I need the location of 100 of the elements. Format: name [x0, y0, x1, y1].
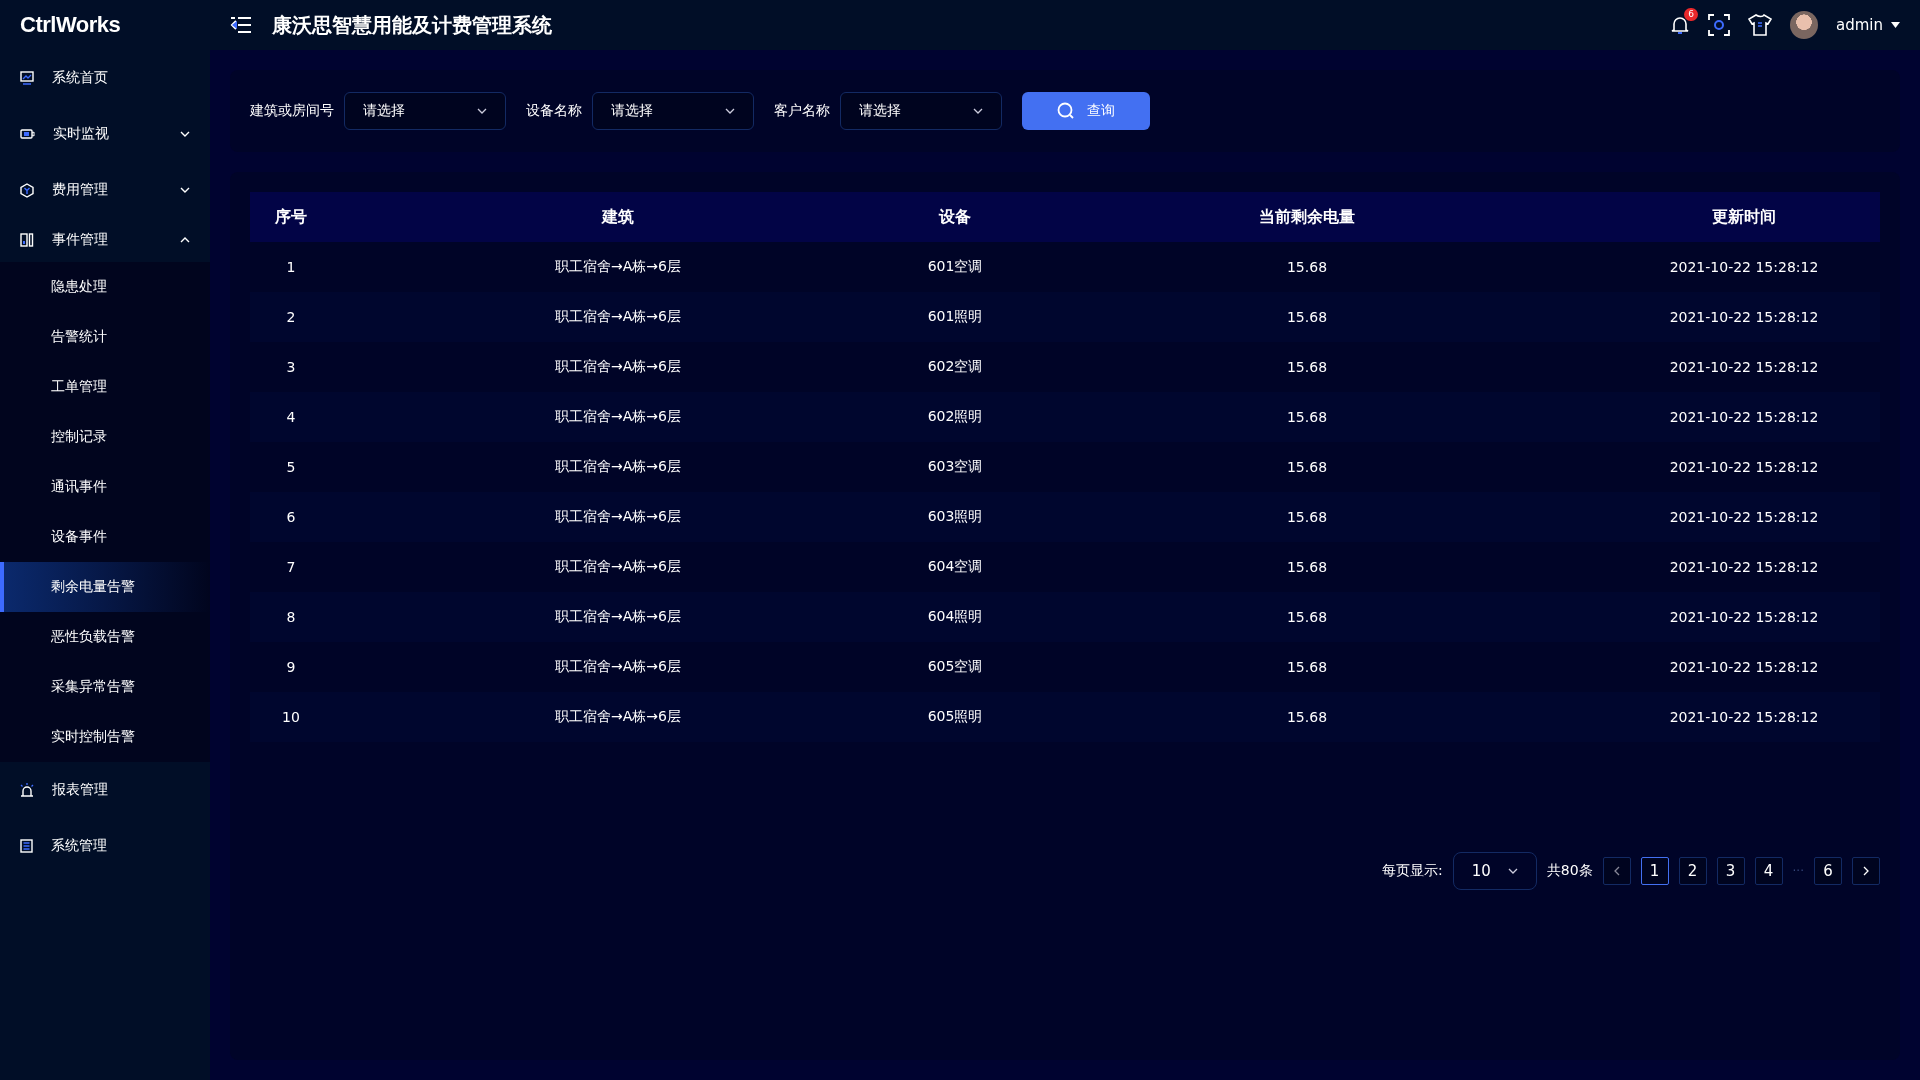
table-cell: 2021-10-22 15:28:12 — [1669, 709, 1819, 725]
table-cell: 601照明 — [927, 308, 983, 324]
table-cell: 604照明 — [927, 608, 983, 624]
chevron-icon — [180, 237, 190, 243]
avatar[interactable] — [1790, 11, 1818, 39]
submenu-item[interactable]: 隐患处理 — [0, 262, 210, 312]
table-cell: 5 — [286, 459, 296, 475]
column-header: 序号 — [275, 206, 307, 226]
query-button[interactable]: 查询 — [1022, 92, 1150, 130]
table-cell: 职工宿舍→A栋→6层 — [555, 558, 681, 574]
sidebar-item[interactable]: 系统首页 — [0, 50, 210, 106]
filter-label: 设备名称 — [526, 102, 582, 120]
column-header: 当前剩余电量 — [1259, 206, 1355, 226]
chevron-icon — [725, 108, 735, 114]
table-cell: 15.68 — [1286, 459, 1328, 475]
submenu-item[interactable]: 控制记录 — [0, 412, 210, 462]
sidebar-item[interactable]: 事件管理 — [0, 218, 210, 262]
user-menu[interactable]: admin — [1836, 16, 1900, 34]
table-cell: 9 — [286, 659, 296, 675]
table-cell: 10 — [282, 709, 300, 725]
search-icon — [1057, 102, 1075, 120]
sidebar-item[interactable]: 系统管理 — [0, 818, 210, 874]
notification-badge: 6 — [1684, 8, 1698, 21]
table-cell: 15.68 — [1286, 409, 1328, 425]
chevron-left-icon — [1613, 866, 1620, 876]
table-cell: 603空调 — [927, 458, 983, 474]
submenu-item[interactable]: 恶性负载告警 — [0, 612, 210, 662]
table-cell: 8 — [286, 609, 296, 625]
page-button[interactable]: 6 — [1814, 857, 1842, 885]
table-cell: 职工宿舍→A栋→6层 — [555, 708, 681, 724]
column-header: 建筑 — [602, 206, 634, 226]
page-size-select[interactable]: 10 — [1452, 852, 1537, 890]
table-cell: 7 — [286, 559, 296, 575]
submenu-item[interactable]: 通讯事件 — [0, 462, 210, 512]
shirt-icon[interactable] — [1748, 14, 1772, 36]
table-cell: 2021-10-22 15:28:12 — [1669, 659, 1819, 675]
app-title: 康沃思智慧用能及计费管理系统 — [272, 11, 552, 39]
table-cell: 职工宿舍→A栋→6层 — [555, 608, 681, 624]
table-cell: 15.68 — [1286, 559, 1328, 575]
next-page-button[interactable] — [1852, 857, 1880, 885]
table-cell: 职工宿舍→A栋→6层 — [555, 358, 681, 374]
submenu-item[interactable]: 告警统计 — [0, 312, 210, 362]
table-cell: 职工宿舍→A栋→6层 — [555, 458, 681, 474]
filter-label: 客户名称 — [774, 102, 830, 120]
table-cell: 15.68 — [1286, 709, 1328, 725]
table-cell: 职工宿舍→A栋→6层 — [555, 658, 681, 674]
page-button[interactable]: 3 — [1716, 857, 1745, 885]
menu-icon[interactable] — [230, 16, 252, 34]
select-field[interactable]: 请选择 — [840, 92, 1002, 130]
page-button[interactable]: 4 — [1754, 857, 1783, 885]
submenu-item[interactable]: 设备事件 — [0, 512, 210, 562]
alarm-icon — [20, 783, 34, 797]
monitor-icon — [20, 71, 34, 85]
table-cell: 职工宿舍→A栋→6层 — [555, 258, 681, 274]
column-header: 设备 — [939, 206, 971, 226]
filter-label: 建筑或房间号 — [250, 102, 334, 120]
page-ellipsis: ··· — [1792, 864, 1804, 878]
sidebar-item[interactable]: 实时监视 — [0, 106, 210, 162]
table-cell: 601空调 — [927, 258, 983, 274]
camera-icon — [20, 128, 35, 140]
sidebar-label: 系统管理 — [51, 837, 108, 855]
submenu-item[interactable]: 工单管理 — [0, 362, 210, 412]
page-button[interactable]: 1 — [1640, 857, 1669, 885]
table-cell: 603照明 — [927, 508, 983, 524]
hexagon-icon — [20, 182, 34, 198]
table-cell: 605照明 — [927, 708, 983, 724]
table-cell: 职工宿舍→A栋→6层 — [555, 308, 681, 324]
table-cell: 15.68 — [1286, 259, 1328, 275]
bell-icon[interactable] — [1670, 15, 1690, 35]
chevron-right-icon — [1863, 866, 1869, 876]
sidebar-label: 实时监视 — [53, 125, 110, 143]
list-icon — [20, 839, 33, 853]
table-cell: 2021-10-22 15:28:12 — [1669, 359, 1819, 375]
panel-icon — [20, 233, 34, 247]
scan-icon[interactable] — [1708, 14, 1730, 36]
chevron-icon — [477, 108, 487, 114]
sidebar-label: 系统首页 — [52, 69, 109, 87]
logo: CtrlWorks — [19, 12, 122, 38]
caret-icon — [1891, 22, 1900, 28]
select-field[interactable]: 请选择 — [592, 92, 754, 130]
chevron-icon — [180, 187, 190, 193]
chevron-icon — [973, 108, 983, 114]
sidebar-item[interactable]: 费用管理 — [0, 162, 210, 218]
table-cell: 602照明 — [927, 408, 983, 424]
column-header: 更新时间 — [1712, 206, 1776, 226]
table-cell: 职工宿舍→A栋→6层 — [555, 408, 681, 424]
table-cell: 职工宿舍→A栋→6层 — [555, 508, 681, 524]
sidebar-item[interactable]: 报表管理 — [0, 762, 210, 818]
table-cell: 2021-10-22 15:28:12 — [1669, 559, 1819, 575]
select-field[interactable]: 请选择 — [344, 92, 506, 130]
submenu-item[interactable]: 实时控制告警 — [0, 712, 210, 762]
sidebar-label: 费用管理 — [52, 181, 109, 199]
submenu-item[interactable]: 采集异常告警 — [0, 662, 210, 712]
table-cell: 2021-10-22 15:28:12 — [1669, 409, 1819, 425]
total-count: 共80条 — [1546, 862, 1593, 880]
table-cell: 2021-10-22 15:28:12 — [1669, 309, 1819, 325]
table-cell: 2021-10-22 15:28:12 — [1669, 509, 1819, 525]
table-cell: 15.68 — [1286, 309, 1328, 325]
table-cell: 15.68 — [1286, 659, 1328, 675]
page-button[interactable]: 2 — [1678, 857, 1707, 885]
